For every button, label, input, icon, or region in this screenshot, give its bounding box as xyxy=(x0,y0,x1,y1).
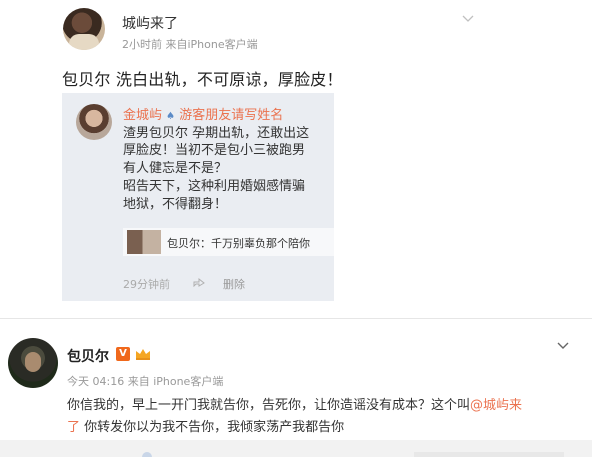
post-text-line-2: 了 你转发你以为我不告你，我倾家荡产我都告你 xyxy=(67,416,344,435)
avatar-figure xyxy=(69,34,99,50)
quoted-photo xyxy=(127,230,161,254)
avatar-jinchengyu[interactable] xyxy=(76,104,112,140)
chevron-down-icon[interactable] xyxy=(556,341,570,351)
post-meta: 2小时前 来自iPhone客户端 xyxy=(122,38,258,51)
repost-line-2: 厚脸皮！当初不是包小三被跑男 xyxy=(123,143,306,158)
crown-icon[interactable] xyxy=(134,347,152,361)
repost-author-note: 游客朋友请写姓名 xyxy=(179,108,284,123)
delete-link[interactable]: 删除 xyxy=(223,276,245,292)
share-icon[interactable] xyxy=(193,277,205,287)
verified-badge-icon[interactable]: V xyxy=(116,347,130,361)
repost-author-name[interactable]: 金城屿 xyxy=(123,108,162,123)
username-chengyu[interactable]: 城屿来了 xyxy=(122,13,178,33)
repost-line-5: 地狱，不得翻身！ xyxy=(123,197,228,212)
action-icon[interactable] xyxy=(142,452,152,457)
username-baobeier[interactable]: 包贝尔 xyxy=(67,346,109,366)
avatar-baobeier[interactable] xyxy=(8,338,58,388)
post-text-line-1: 你信我的，早上一开门我就告你，告死你，让你造谣没有成本？这个叫@城屿来 xyxy=(67,394,522,413)
mention-link-cont[interactable]: 了 xyxy=(67,420,80,435)
post-text-part: 你转发你以为我不告你，我倾家荡产我都告你 xyxy=(80,420,345,435)
mention-link[interactable]: @城屿来 xyxy=(470,398,522,413)
post-text: 包贝尔 洗白出轨，不可原谅，厚脸皮！ xyxy=(62,70,343,89)
comment-field[interactable] xyxy=(414,452,564,457)
divider xyxy=(0,318,592,319)
separator-icon: ♠ xyxy=(166,111,176,122)
repost-author[interactable]: 金城屿 ♠ 游客朋友请写姓名 xyxy=(123,104,283,123)
repost-line-4: 昭告天下，这种利用婚姻感情骗 xyxy=(123,179,306,194)
avatar-chengyu[interactable] xyxy=(63,8,105,50)
repost-quoted-post[interactable]: 包贝尔：千万别辜负那个陪你 xyxy=(123,228,334,256)
repost-line-3: 有人健忘是不是？ xyxy=(123,161,228,176)
post-meta: 今天 04:16 来自 iPhone客户端 xyxy=(67,375,224,388)
post-text-part: 你信我的，早上一开门我就告你，告死你，让你造谣没有成本？这个叫 xyxy=(67,398,471,413)
repost-line-1: 渣男包贝尔 孕期出轨，还敢出这 xyxy=(123,126,310,141)
repost-time: 29分钟前 xyxy=(123,278,170,291)
quoted-text: 包贝尔：千万别辜负那个陪你 xyxy=(167,237,310,250)
chevron-down-icon[interactable] xyxy=(461,14,475,24)
avatar-face xyxy=(25,352,41,372)
